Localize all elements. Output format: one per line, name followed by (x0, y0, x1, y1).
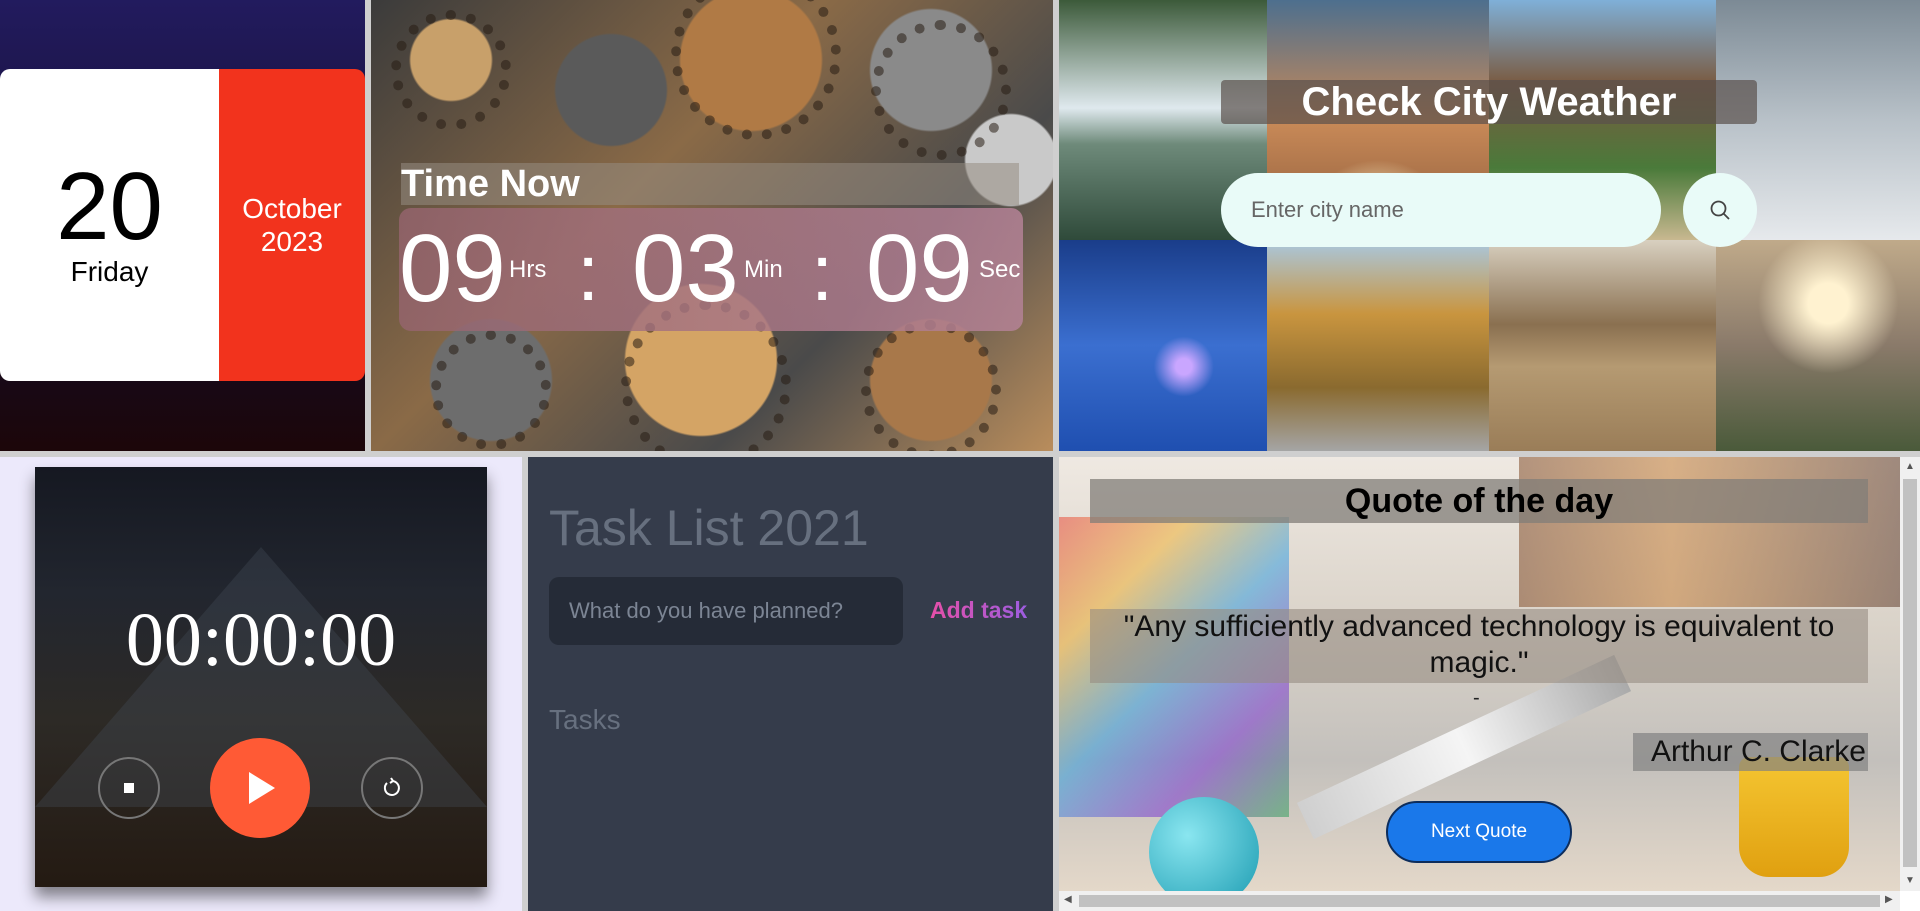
scroll-up-icon[interactable]: ▲ (1905, 461, 1915, 472)
task-list-title: Task List 2021 (549, 500, 869, 556)
clock-separator: : (811, 228, 834, 317)
quote-dash: - (1473, 687, 1480, 709)
reset-icon (383, 777, 400, 796)
desert-image (1489, 240, 1716, 451)
city-search-input[interactable] (1221, 173, 1661, 247)
gear-decoration (671, 0, 841, 140)
clock-title: Time Now (401, 163, 1019, 205)
calendar-month: October (242, 193, 342, 224)
reset-button[interactable] (361, 757, 423, 819)
gear-decoration (861, 320, 1001, 451)
scroll-down-icon[interactable]: ▼ (1905, 875, 1915, 886)
tasks-heading: Tasks (549, 704, 621, 735)
scroll-left-icon[interactable]: ◀ (1064, 894, 1072, 905)
clock-panel: Time Now 09 Hrs : 03 Min : 09 Sec (371, 0, 1053, 451)
clock-hours: 09 (399, 215, 506, 322)
quote-title: Quote of the day (1090, 479, 1868, 523)
scroll-right-icon[interactable]: ▶ (1885, 894, 1893, 905)
horizontal-scroll-thumb[interactable] (1079, 895, 1880, 907)
weather-title: Check City Weather (1221, 80, 1757, 124)
calendar-card: 20 Friday October 2023 (0, 69, 365, 381)
clock-minutes-unit: Min (744, 256, 783, 283)
search-button[interactable] (1683, 173, 1757, 247)
calendar-date: 20 Friday (0, 69, 219, 381)
horizontal-scrollbar[interactable]: ◀ ▶ (1059, 891, 1900, 911)
calendar-panel: 20 Friday October 2023 (0, 0, 365, 451)
calendar-weekday: Friday (70, 256, 149, 287)
play-button[interactable] (210, 738, 310, 838)
stop-icon (124, 783, 134, 793)
stopwatch-panel: 00:00:00 (0, 457, 522, 911)
stopwatch-card: 00:00:00 (35, 467, 487, 887)
calendar-month-year: October 2023 (219, 69, 365, 381)
clock-seconds-unit: Sec (979, 256, 1021, 283)
lightning-image (1059, 240, 1267, 451)
gear-decoration (391, 10, 511, 130)
add-task-button[interactable]: Add task (930, 597, 1027, 624)
quote-author: Arthur C. Clarke (1633, 733, 1868, 771)
gear-decoration (431, 330, 551, 450)
clock-separator: : (577, 228, 600, 317)
quote-text: "Any sufficiently advanced technology is… (1090, 609, 1868, 683)
quote-panel: Quote of the day "Any sufficiently advan… (1059, 457, 1920, 911)
quote-background: Quote of the day "Any sufficiently advan… (1059, 457, 1900, 891)
clock-minutes: 03 (632, 215, 739, 322)
next-quote-button[interactable]: Next Quote (1386, 801, 1572, 863)
vertical-scrollbar[interactable]: ▲ ▼ (1900, 457, 1920, 891)
clock-display: 09 Hrs : 03 Min : 09 Sec (399, 208, 1023, 331)
clock-hours-unit: Hrs (509, 256, 547, 283)
clock-seconds: 09 (866, 215, 973, 322)
bucket-decoration (1739, 757, 1849, 877)
mountain-sun-image (1716, 240, 1920, 451)
weather-panel: Check City Weather (1059, 0, 1920, 451)
stopwatch-display: 00:00:00 (125, 598, 397, 682)
search-icon (1710, 200, 1730, 220)
stop-button[interactable] (98, 757, 160, 819)
calendar-day: 20 (56, 153, 163, 260)
vertical-scroll-thumb[interactable] (1903, 479, 1917, 867)
task-input[interactable] (549, 577, 903, 645)
autumn-road-image (1267, 240, 1489, 451)
play-icon (249, 772, 275, 804)
calendar-year: 2023 (260, 226, 324, 257)
task-list-panel: Task List 2021 Add task Tasks (528, 457, 1053, 911)
gear-decoration (871, 20, 1011, 160)
